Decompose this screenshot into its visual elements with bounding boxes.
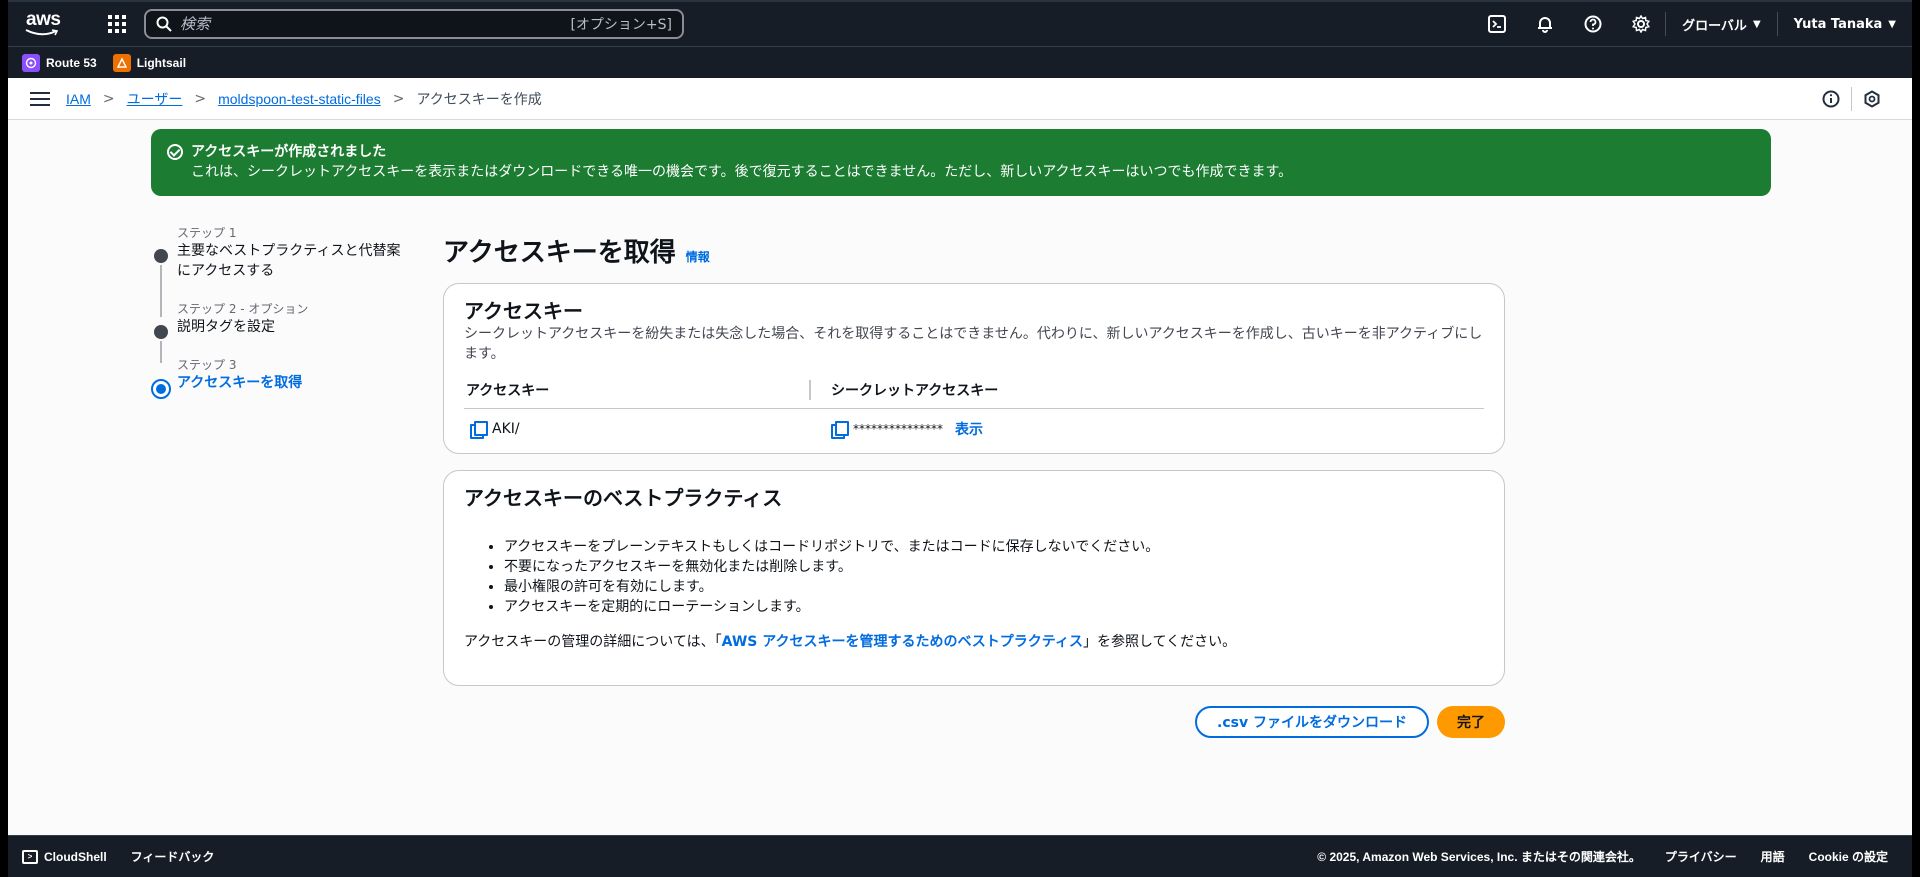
favorites-bar: Route 53 Lightsail [8, 46, 1912, 78]
step-label: ステップ 3 [177, 358, 237, 372]
step-dot-icon [154, 249, 168, 263]
step-name: 説明タグを設定 [177, 319, 275, 335]
search-input[interactable] [180, 15, 571, 33]
favorite-label: Lightsail [136, 55, 187, 70]
aws-logo-text: aws [26, 9, 61, 30]
step-3: ステップ 3 アクセスキーを取得 [151, 357, 411, 399]
caret-down-icon: ▼ [1888, 18, 1896, 30]
copyright: © 2025, Amazon Web Services, Inc. またはその関… [1317, 850, 1641, 864]
favorite-lightsail[interactable]: Lightsail [112, 53, 187, 72]
hexagon-settings-icon[interactable] [1852, 84, 1892, 114]
account-menu[interactable]: Yuta Tanaka ▼ [1778, 17, 1912, 32]
chevron-right-icon: > [392, 90, 405, 107]
search-icon [156, 16, 172, 32]
cloudshell-label: CloudShell [44, 849, 107, 864]
card-description: シークレットアクセスキーを紛失または失念した場合、それを取得することはできません… [464, 326, 1483, 362]
search-bar[interactable]: [オプション+S] [144, 9, 684, 39]
col-secret-key: シークレットアクセスキー [809, 380, 998, 400]
wizard-steps: ステップ 1 主要なベストプラクティスと代替案にアクセスする ステップ 2 - … [151, 225, 411, 399]
chevron-right-icon: > [102, 90, 115, 107]
step-current-icon [151, 379, 171, 399]
user-name: Yuta Tanaka [1793, 16, 1883, 32]
best-practices-link[interactable]: AWS アクセスキーを管理するためのベストプラクティス [722, 634, 1083, 650]
list-item: アクセスキーを定期的にローテーションします。 [504, 597, 1484, 617]
card-heading: アクセスキー [464, 299, 583, 323]
access-key-card: アクセスキー シークレットアクセスキーを紛失または失念した場合、それを取得するこ… [443, 283, 1505, 454]
lightsail-icon [112, 53, 131, 72]
console-frame: aws [オプション+S] [8, 0, 1912, 877]
aws-logo[interactable]: aws [22, 9, 76, 39]
region-label: グローバル [1682, 18, 1747, 34]
col-access-key: アクセスキー [466, 383, 550, 399]
help-icon[interactable] [1569, 2, 1617, 46]
aws-smile-icon [25, 29, 59, 36]
breadcrumb-bar: IAM > ユーザー > moldspoon-test-static-files… [8, 78, 1912, 120]
done-button[interactable]: 完了 [1437, 706, 1505, 738]
step-label: ステップ 2 - オプション [177, 302, 309, 316]
success-flash: アクセスキーが作成されました これは、シークレットアクセスキーを表示またはダウン… [151, 129, 1771, 196]
services-grid-icon[interactable] [102, 9, 132, 39]
list-item: 最小権限の許可を有効にします。 [504, 577, 1484, 597]
page-title: アクセスキーを取得 [443, 238, 676, 268]
bell-icon[interactable] [1521, 2, 1569, 46]
caret-down-icon: ▼ [1752, 18, 1761, 30]
cloudshell-button[interactable]: > CloudShell [22, 849, 107, 864]
favorite-label: Route 53 [46, 55, 97, 70]
flash-title: アクセスキーが作成されました [191, 144, 387, 160]
terms-link[interactable]: 用語 [1761, 848, 1785, 865]
copy-icon[interactable] [470, 421, 488, 439]
terminal-icon: > [22, 849, 38, 864]
info-panel-icon[interactable] [1811, 84, 1851, 114]
note-prefix: アクセスキーの管理の詳細については、「 [464, 634, 722, 650]
show-secret-link[interactable]: 表示 [955, 419, 983, 439]
best-practices-note: アクセスキーの管理の詳細については、「AWS アクセスキーを管理するためのベスト… [464, 631, 1484, 651]
breadcrumb-current: アクセスキーを作成 [416, 90, 542, 107]
note-suffix: 」を参照してください。 [1082, 634, 1237, 650]
privacy-link[interactable]: プライバシー [1665, 848, 1737, 865]
cloudshell-icon[interactable] [1473, 2, 1521, 46]
region-selector[interactable]: グローバル ▼ [1666, 15, 1777, 34]
gear-icon[interactable] [1617, 2, 1665, 46]
route53-icon [22, 53, 40, 72]
step-2: ステップ 2 - オプション 説明タグを設定 [151, 301, 411, 363]
download-csv-button[interactable]: .csv ファイルをダウンロード [1195, 706, 1429, 738]
breadcrumb-users[interactable]: ユーザー [127, 89, 183, 109]
search-shortcut: [オプション+S] [570, 17, 672, 33]
step-label: ステップ 1 [177, 226, 237, 240]
flash-message: これは、シークレットアクセスキーを表示またはダウンロードできる唯一の機会です。後… [191, 164, 1293, 180]
breadcrumb-user[interactable]: moldspoon-test-static-files [218, 91, 381, 107]
check-circle-icon [167, 144, 183, 160]
main-content: アクセスキーを取得 情報 アクセスキー シークレットアクセスキーを紛失または失念… [443, 232, 1505, 738]
step-dot-icon [154, 325, 168, 339]
hamburger-menu-icon[interactable] [30, 91, 50, 106]
best-practices-card: アクセスキーのベストプラクティス アクセスキーをプレーンテキストもしくはコードリ… [443, 470, 1505, 686]
step-name: 主要なベストプラクティスと代替案にアクセスする [177, 243, 401, 279]
card-heading: アクセスキーのベストプラクティス [464, 486, 783, 510]
favorite-route53[interactable]: Route 53 [22, 53, 97, 72]
copy-icon[interactable] [831, 421, 849, 439]
step-1: ステップ 1 主要なベストプラクティスと代替案にアクセスする [151, 225, 411, 317]
list-item: 不要になったアクセスキーを無効化または削除します。 [504, 557, 1484, 577]
info-link[interactable]: 情報 [686, 248, 710, 265]
best-practices-list: アクセスキーをプレーンテキストもしくはコードリポジトリで、またはコードに保存しな… [504, 537, 1484, 617]
feedback-link[interactable]: フィードバック [131, 848, 215, 865]
cookie-settings-link[interactable]: Cookie の設定 [1809, 848, 1888, 865]
access-key-value: AKI/ [492, 421, 520, 437]
secret-key-value: *************** [853, 422, 943, 436]
chevron-right-icon: > [194, 90, 207, 107]
step-name: アクセスキーを取得 [177, 375, 303, 391]
top-nav: aws [オプション+S] [8, 0, 1912, 46]
footer: > CloudShell フィードバック © 2025, Amazon Web … [8, 835, 1912, 877]
list-item: アクセスキーをプレーンテキストもしくはコードリポジトリで、またはコードに保存しな… [504, 537, 1484, 557]
breadcrumb-iam[interactable]: IAM [66, 91, 91, 107]
